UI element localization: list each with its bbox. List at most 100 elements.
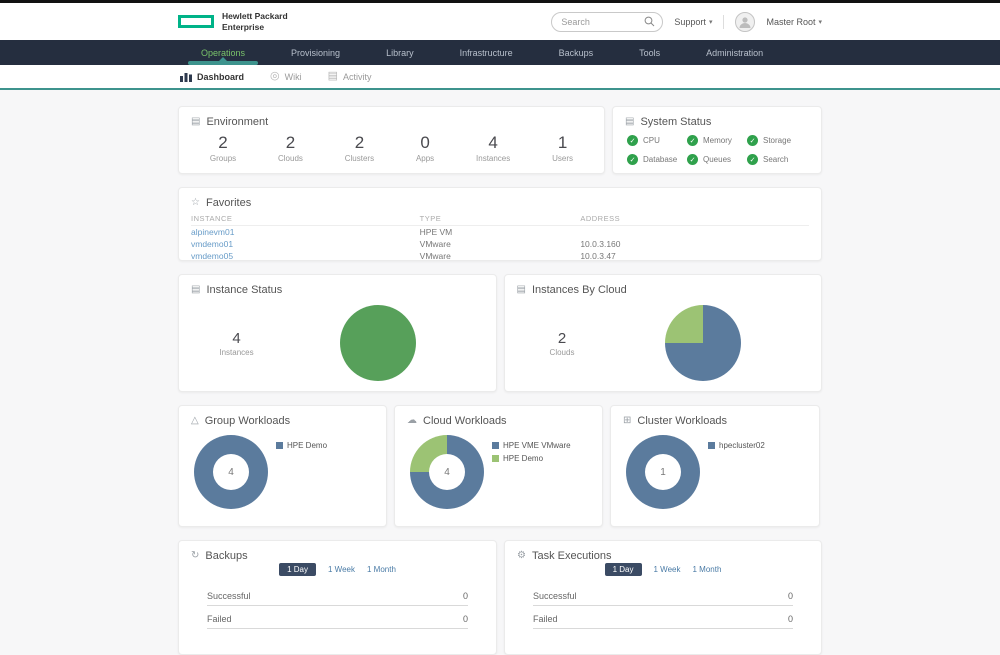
dashboard-content: ▤ Environment 2 Groups 2 Clouds 2 Cluste… — [0, 90, 1000, 655]
nav-item-tools[interactable]: Tools — [616, 40, 683, 65]
instances-by-cloud-pie-chart[interactable] — [665, 305, 741, 381]
group-workloads-donut-chart[interactable]: 4 — [194, 435, 268, 509]
legend-label: HPE Demo — [503, 454, 543, 463]
card-title-text: Instances By Cloud — [532, 284, 627, 296]
nav-item-operations[interactable]: Operations — [178, 40, 268, 65]
subnav-item-dashboard[interactable]: Dashboard — [180, 72, 244, 82]
instance-type: HPE VM — [420, 227, 581, 237]
instance-link[interactable]: vmdemo01 — [191, 239, 420, 249]
donut-center-value: 1 — [645, 454, 681, 490]
stat-groups[interactable]: 2 Groups — [210, 133, 236, 163]
column-header: TYPE — [420, 214, 581, 223]
metric-value: 0 — [788, 614, 793, 624]
search-input[interactable] — [559, 16, 644, 28]
check-circle-icon: ✓ — [627, 135, 638, 146]
stat-value: 4 — [179, 330, 294, 347]
cloud-workloads-donut-chart[interactable]: 4 — [410, 435, 484, 509]
cloud-workloads-card: ☁ Cloud Workloads 4 HPE VME VMware HPE D… — [394, 405, 603, 527]
stat-label: Clusters — [345, 154, 374, 163]
legend-item: HPE VME VMware — [492, 441, 571, 450]
sub-nav: Dashboard ◎ Wiki ▤ Activity — [0, 65, 1000, 90]
cluster-workloads-card: ⊞ Cluster Workloads 1 hpecluster02 — [610, 405, 820, 527]
tasks-time-filter: 1 Day 1 Week 1 Month — [505, 563, 821, 576]
stack-icon: ▤ — [517, 285, 526, 295]
filter-1-month[interactable]: 1 Month — [692, 565, 721, 574]
status-label: Storage — [763, 136, 791, 145]
cluster-workloads-donut-chart[interactable]: 1 — [626, 435, 700, 509]
search-box[interactable] — [551, 12, 663, 32]
hpe-logo[interactable]: Hewlett Packard Enterprise — [178, 11, 288, 31]
legend-item: hpecluster02 — [708, 441, 765, 450]
subnav-item-wiki[interactable]: ◎ Wiki — [270, 71, 302, 82]
user-menu[interactable]: Master Root ▾ — [766, 17, 822, 27]
instance-type: VMware — [420, 239, 581, 249]
nav-item-provisioning[interactable]: Provisioning — [268, 40, 363, 65]
subnav-label: Activity — [343, 72, 372, 82]
user-icon — [738, 15, 752, 29]
nav-item-backups[interactable]: Backups — [536, 40, 617, 65]
subnav-item-activity[interactable]: ▤ Activity — [328, 71, 372, 82]
stat-users[interactable]: 1 Users — [552, 133, 573, 163]
legend-label: HPE Demo — [287, 441, 327, 450]
filter-1-month[interactable]: 1 Month — [367, 565, 396, 574]
stack-icon: ▤ — [625, 117, 634, 127]
legend-swatch — [708, 442, 715, 449]
legend-label: HPE VME VMware — [503, 441, 571, 450]
task-executions-card: ⚙ Task Executions 1 Day 1 Week 1 Month S… — [504, 540, 822, 655]
hpe-logo-mark — [178, 15, 214, 28]
stat-instances[interactable]: 4 Instances — [476, 133, 510, 163]
chevron-down-icon: ▾ — [818, 18, 822, 26]
gear-icon: ⚙ — [517, 551, 526, 561]
instance-link[interactable]: alpinevm01 — [191, 227, 420, 237]
filter-1-day[interactable]: 1 Day — [279, 563, 316, 576]
bar-chart-icon — [180, 72, 192, 82]
nav-item-library[interactable]: Library — [363, 40, 437, 65]
status-memory: ✓ Memory — [687, 135, 747, 146]
stat-label: Instances — [179, 348, 294, 357]
user-name: Master Root — [766, 17, 815, 27]
table-row[interactable]: alpinevm01 HPE VM — [191, 226, 809, 238]
support-menu[interactable]: Support ▾ — [674, 17, 712, 27]
app-header: Hewlett Packard Enterprise Support ▾ Mas… — [0, 3, 1000, 40]
status-label: Memory — [703, 136, 732, 145]
card-title-text: Instance Status — [206, 284, 282, 296]
table-header-row: INSTANCE TYPE ADDRESS — [191, 211, 809, 226]
card-title-text: Backups — [205, 550, 247, 562]
stat-label: Users — [552, 154, 573, 163]
table-row[interactable]: vmdemo01 VMware 10.0.3.160 — [191, 238, 809, 250]
nav-item-infrastructure[interactable]: Infrastructure — [437, 40, 536, 65]
support-label: Support — [674, 17, 706, 27]
check-circle-icon: ✓ — [747, 154, 758, 165]
logo-line2: Enterprise — [222, 22, 288, 32]
instance-status-pie-chart[interactable] — [340, 305, 416, 381]
legend-label: hpecluster02 — [719, 441, 765, 450]
donut-center-value: 4 — [213, 454, 249, 490]
nav-item-administration[interactable]: Administration — [683, 40, 786, 65]
instance-link[interactable]: vmdemo05 — [191, 251, 420, 261]
status-storage: ✓ Storage — [747, 135, 807, 146]
card-title-text: Group Workloads — [205, 415, 290, 427]
status-label: Queues — [703, 155, 731, 164]
stat-clusters[interactable]: 2 Clusters — [345, 133, 374, 163]
avatar[interactable] — [735, 12, 755, 32]
table-row[interactable]: vmdemo05 VMware 10.0.3.47 — [191, 250, 809, 262]
favorites-table: INSTANCE TYPE ADDRESS alpinevm01 HPE VM … — [191, 211, 809, 262]
filter-1-day[interactable]: 1 Day — [605, 563, 642, 576]
stat-apps[interactable]: 0 Apps — [416, 133, 434, 163]
check-circle-icon: ✓ — [627, 154, 638, 165]
stat-value: 2 — [278, 133, 303, 153]
metric-value: 0 — [788, 591, 793, 601]
stat-label: Instances — [476, 154, 510, 163]
metric-label: Failed — [533, 614, 558, 624]
stat-value: 1 — [552, 133, 573, 153]
instance-type: VMware — [420, 251, 581, 261]
card-title-text: Environment — [206, 116, 268, 128]
filter-1-week[interactable]: 1 Week — [654, 565, 681, 574]
status-database: ✓ Database — [627, 154, 687, 165]
filter-1-week[interactable]: 1 Week — [328, 565, 355, 574]
stat-clouds[interactable]: 2 Clouds — [278, 133, 303, 163]
status-search: ✓ Search — [747, 154, 807, 165]
cloud-icon: ☁ — [407, 416, 417, 426]
metric-label: Successful — [533, 591, 577, 601]
stat-value: 2 — [210, 133, 236, 153]
